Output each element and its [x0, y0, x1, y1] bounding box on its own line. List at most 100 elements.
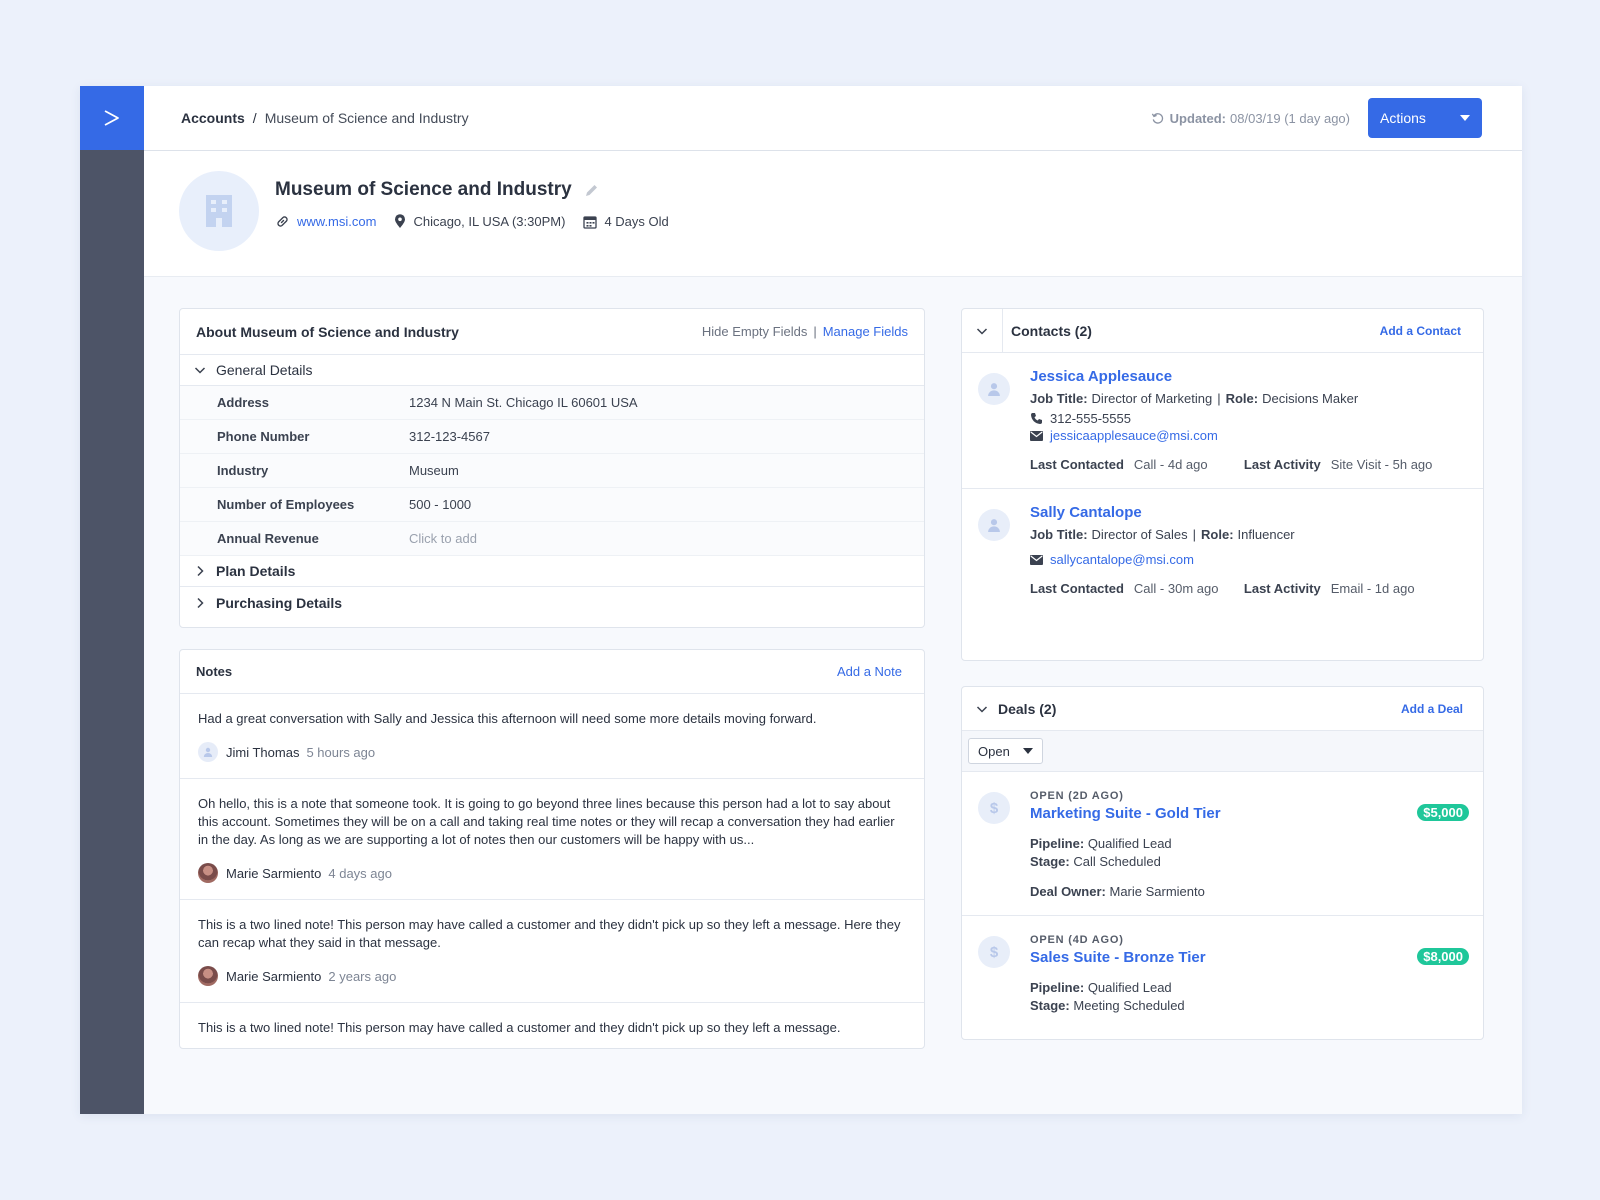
chevron-down-icon[interactable] [976, 703, 988, 715]
stage-label: Stage: [1030, 854, 1070, 869]
deals-card: Deals (2) Add a Deal Open $ OPEN (2D AGO… [961, 686, 1484, 1040]
notes-title: Notes [196, 664, 233, 679]
phone-icon [1031, 413, 1042, 424]
field-value-placeholder[interactable]: Click to add [409, 531, 477, 546]
breadcrumb-separator: / [252, 110, 257, 126]
job-title-value: Director of Sales [1091, 527, 1188, 542]
breadcrumb-accounts-link[interactable]: Accounts [181, 110, 245, 126]
note-text: This is a two lined note! This person ma… [198, 917, 901, 950]
notes-header: Notes Add a Note [180, 650, 924, 694]
field-row-address: Address 1234 N Main St. Chicago IL 60601… [180, 386, 924, 420]
location-item: Chicago, IL USA (3:30PM) [394, 214, 565, 229]
contact-name-link[interactable]: Jessica Applesauce [1030, 368, 1467, 385]
deal-amount-badge: $5,000 [1417, 804, 1469, 821]
contact-name-link[interactable]: Sally Cantalope [1030, 504, 1467, 521]
email-icon [1030, 554, 1043, 565]
deal-status-select[interactable]: Open [968, 738, 1043, 764]
field-value[interactable]: Museum [409, 463, 459, 478]
contact-stats: Last Contacted Call - 4d ago Last Activi… [1030, 457, 1467, 472]
owner-label: Deal Owner: [1030, 884, 1106, 899]
purchasing-details-toggle[interactable]: Purchasing Details [180, 587, 924, 618]
note-author: Jimi Thomas 5 hours ago [198, 742, 906, 762]
job-title-label: Job Title: [1030, 527, 1088, 542]
top-bar: Accounts / Museum of Science and Industr… [144, 86, 1522, 151]
contacts-card: Contacts (2) Add a Contact Jessica Apple… [961, 308, 1484, 661]
updated-value: 08/03/19 (1 day ago) [1230, 110, 1350, 126]
note-author-name: Marie Sarmiento [226, 968, 322, 984]
avatar [978, 373, 1010, 405]
field-row-revenue: Annual Revenue Click to add [180, 522, 924, 556]
website-link[interactable]: www.msi.com [297, 214, 376, 229]
field-label: Address [217, 395, 270, 410]
deal-amount-badge: $8,000 [1417, 948, 1469, 965]
deal-item: $ OPEN (2D AGO) Marketing Suite - Gold T… [962, 772, 1483, 916]
purchasing-details-label: Purchasing Details [216, 594, 343, 611]
deal-name-link[interactable]: Sales Suite - Bronze Tier [1030, 949, 1467, 966]
contact-item: Sally Cantalope Job Title: Director of S… [962, 489, 1483, 612]
contacts-collapse-button[interactable] [962, 309, 1003, 353]
about-title: About Museum of Science and Industry [196, 323, 459, 340]
general-details-label: General Details [216, 362, 313, 378]
divider: | [1192, 527, 1197, 542]
deal-status-value: Open [978, 743, 1010, 759]
contact-email-link[interactable]: jessicaapplesauce@msi.com [1050, 428, 1218, 443]
contacts-title: Contacts (2) [1011, 322, 1092, 339]
plan-details-toggle[interactable]: Plan Details [180, 556, 924, 587]
field-row-phone: Phone Number 312-123-4567 [180, 420, 924, 454]
add-contact-link[interactable]: Add a Contact [1380, 324, 1461, 338]
calendar-icon [583, 215, 598, 229]
note-text: This is a two lined note! This person ma… [198, 1020, 841, 1035]
note-author: Marie Sarmiento 4 days ago [198, 863, 906, 883]
note-author: Marie Sarmiento 2 years ago [198, 966, 906, 986]
about-header-links: Hide Empty Fields | Manage Fields [702, 324, 908, 339]
account-header: Museum of Science and Industry www.msi.c… [144, 151, 1522, 277]
note-item: Oh hello, this is a note that someone to… [180, 779, 924, 900]
main-area: Accounts / Museum of Science and Industr… [144, 86, 1522, 1114]
job-title-label: Job Title: [1030, 391, 1088, 406]
notes-card: Notes Add a Note Had a great conversatio… [179, 649, 925, 1049]
last-activity-label: Last Activity [1243, 581, 1321, 596]
chevron-down-icon [1023, 748, 1033, 754]
contact-stats: Last Contacted Call - 30m ago Last Activ… [1030, 581, 1467, 596]
breadcrumb-current: Museum of Science and Industry [264, 110, 469, 126]
deal-stage: Stage: Call Scheduled [1030, 853, 1467, 871]
stage-value: Call Scheduled [1073, 854, 1161, 869]
note-item: Had a great conversation with Sally and … [180, 694, 924, 779]
last-activity-value: Site Visit - 5h ago [1330, 457, 1433, 472]
note-author-name: Jimi Thomas [226, 744, 300, 760]
pencil-icon[interactable] [584, 183, 599, 198]
deal-status: OPEN (4D AGO) [1030, 934, 1124, 946]
last-activity-value: Email - 1d ago [1330, 581, 1415, 596]
role-label: Role: [1201, 527, 1234, 542]
note-time: 2 years ago [328, 968, 397, 984]
hide-empty-fields-link[interactable]: Hide Empty Fields [702, 324, 807, 339]
field-value[interactable]: 500 - 1000 [409, 497, 471, 512]
actions-button[interactable]: Actions [1368, 98, 1482, 138]
manage-fields-link[interactable]: Manage Fields [823, 324, 908, 339]
refresh-icon[interactable] [1151, 112, 1164, 125]
contacts-header: Contacts (2) Add a Contact [962, 309, 1483, 353]
account-meta: www.msi.com Chicago, IL USA (3:30PM) 4 D… [275, 214, 687, 229]
role-label: Role: [1225, 391, 1259, 406]
add-note-link[interactable]: Add a Note [837, 664, 902, 679]
general-details-toggle[interactable]: General Details [180, 355, 924, 386]
plan-details-label: Plan Details [216, 563, 296, 579]
last-activity-label: Last Activity [1243, 457, 1321, 472]
field-label: Annual Revenue [217, 531, 319, 546]
user-icon [988, 383, 1000, 396]
field-value[interactable]: 1234 N Main St. Chicago IL 60601 USA [409, 395, 638, 410]
pipeline-label: Pipeline: [1030, 836, 1085, 851]
logo-button[interactable] [80, 86, 144, 150]
account-title: Museum of Science and Industry [275, 179, 599, 201]
links-divider: | [813, 324, 817, 339]
account-name: Museum of Science and Industry [275, 179, 572, 200]
actions-label: Actions [1380, 110, 1426, 126]
note-item: This is a two lined note! This person ma… [180, 900, 924, 1003]
add-deal-link[interactable]: Add a Deal [1401, 702, 1463, 716]
last-contacted-value: Call - 30m ago [1133, 581, 1219, 596]
contact-phone[interactable]: 312-555-5555 [1050, 411, 1131, 426]
contact-email-link[interactable]: sallycantalope@msi.com [1050, 552, 1194, 567]
field-value[interactable]: 312-123-4567 [409, 429, 490, 444]
pipeline-value: Qualified Lead [1087, 980, 1172, 995]
deal-name-link[interactable]: Marketing Suite - Gold Tier [1030, 805, 1467, 822]
